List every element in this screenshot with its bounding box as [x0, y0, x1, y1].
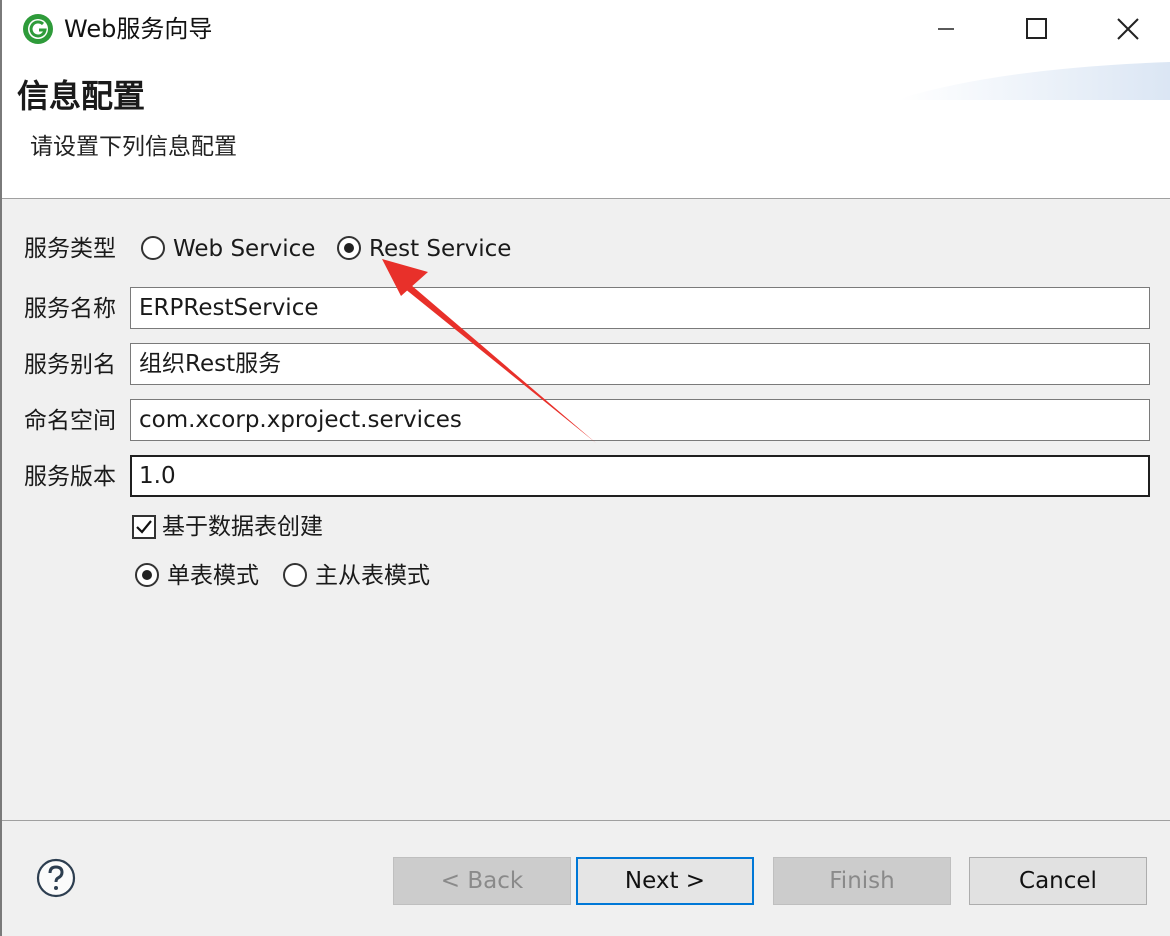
window-title: Web服务向导 — [64, 15, 213, 43]
service-alias-input[interactable]: 组织Rest服务 — [130, 343, 1150, 385]
finish-button[interactable]: Finish — [773, 857, 951, 905]
radio-web-service-label: Web Service — [173, 236, 316, 262]
namespace-input[interactable]: com.xcorp.xproject.services — [130, 399, 1150, 441]
service-version-input[interactable]: 1.0 — [130, 455, 1150, 497]
cancel-button[interactable]: Cancel — [969, 857, 1147, 905]
back-button[interactable]: < Back — [393, 857, 571, 905]
header-divider — [2, 198, 1170, 199]
header-decoration — [900, 62, 1170, 100]
minimize-icon[interactable] — [900, 0, 990, 58]
close-icon[interactable] — [1080, 0, 1170, 58]
service-version-label: 服务版本 — [24, 464, 116, 490]
checkmark-icon — [136, 520, 152, 534]
namespace-label: 命名空间 — [24, 408, 116, 434]
radio-button-icon[interactable] — [283, 563, 307, 587]
create-from-table-label: 基于数据表创建 — [162, 514, 323, 540]
service-name-input[interactable]: ERPRestService — [130, 287, 1150, 329]
footer-divider — [2, 820, 1170, 821]
radio-selected-dot — [142, 570, 152, 580]
next-button[interactable]: Next > — [576, 857, 754, 905]
radio-button-icon[interactable] — [337, 236, 361, 260]
radio-master-detail-label: 主从表模式 — [315, 563, 430, 589]
maximize-icon[interactable] — [990, 0, 1080, 58]
radio-master-detail[interactable]: 主从表模式 — [283, 560, 443, 592]
wizard-window: Web服务向导 信息配置 请设置下列信息配置 服务类型 Web Service … — [0, 0, 1170, 936]
radio-single-table[interactable]: 单表模式 — [135, 560, 275, 592]
service-type-label: 服务类型 — [24, 236, 116, 262]
create-from-table-checkbox[interactable] — [132, 515, 156, 539]
service-name-label: 服务名称 — [24, 296, 116, 322]
radio-rest-service-label: Rest Service — [369, 236, 512, 262]
radio-selected-dot — [344, 243, 354, 253]
app-logo-icon — [23, 14, 53, 44]
radio-single-table-label: 单表模式 — [167, 563, 259, 589]
radio-web-service[interactable]: Web Service — [141, 233, 321, 265]
page-description: 请设置下列信息配置 — [30, 134, 237, 160]
radio-rest-service[interactable]: Rest Service — [337, 233, 517, 265]
page-title: 信息配置 — [17, 77, 146, 115]
title-bar: Web服务向导 — [2, 0, 1170, 58]
radio-button-icon[interactable] — [141, 236, 165, 260]
wizard-header: 信息配置 请设置下列信息配置 — [2, 58, 1170, 198]
radio-button-icon[interactable] — [135, 563, 159, 587]
service-alias-label: 服务别名 — [24, 352, 116, 378]
help-icon[interactable] — [36, 858, 76, 898]
